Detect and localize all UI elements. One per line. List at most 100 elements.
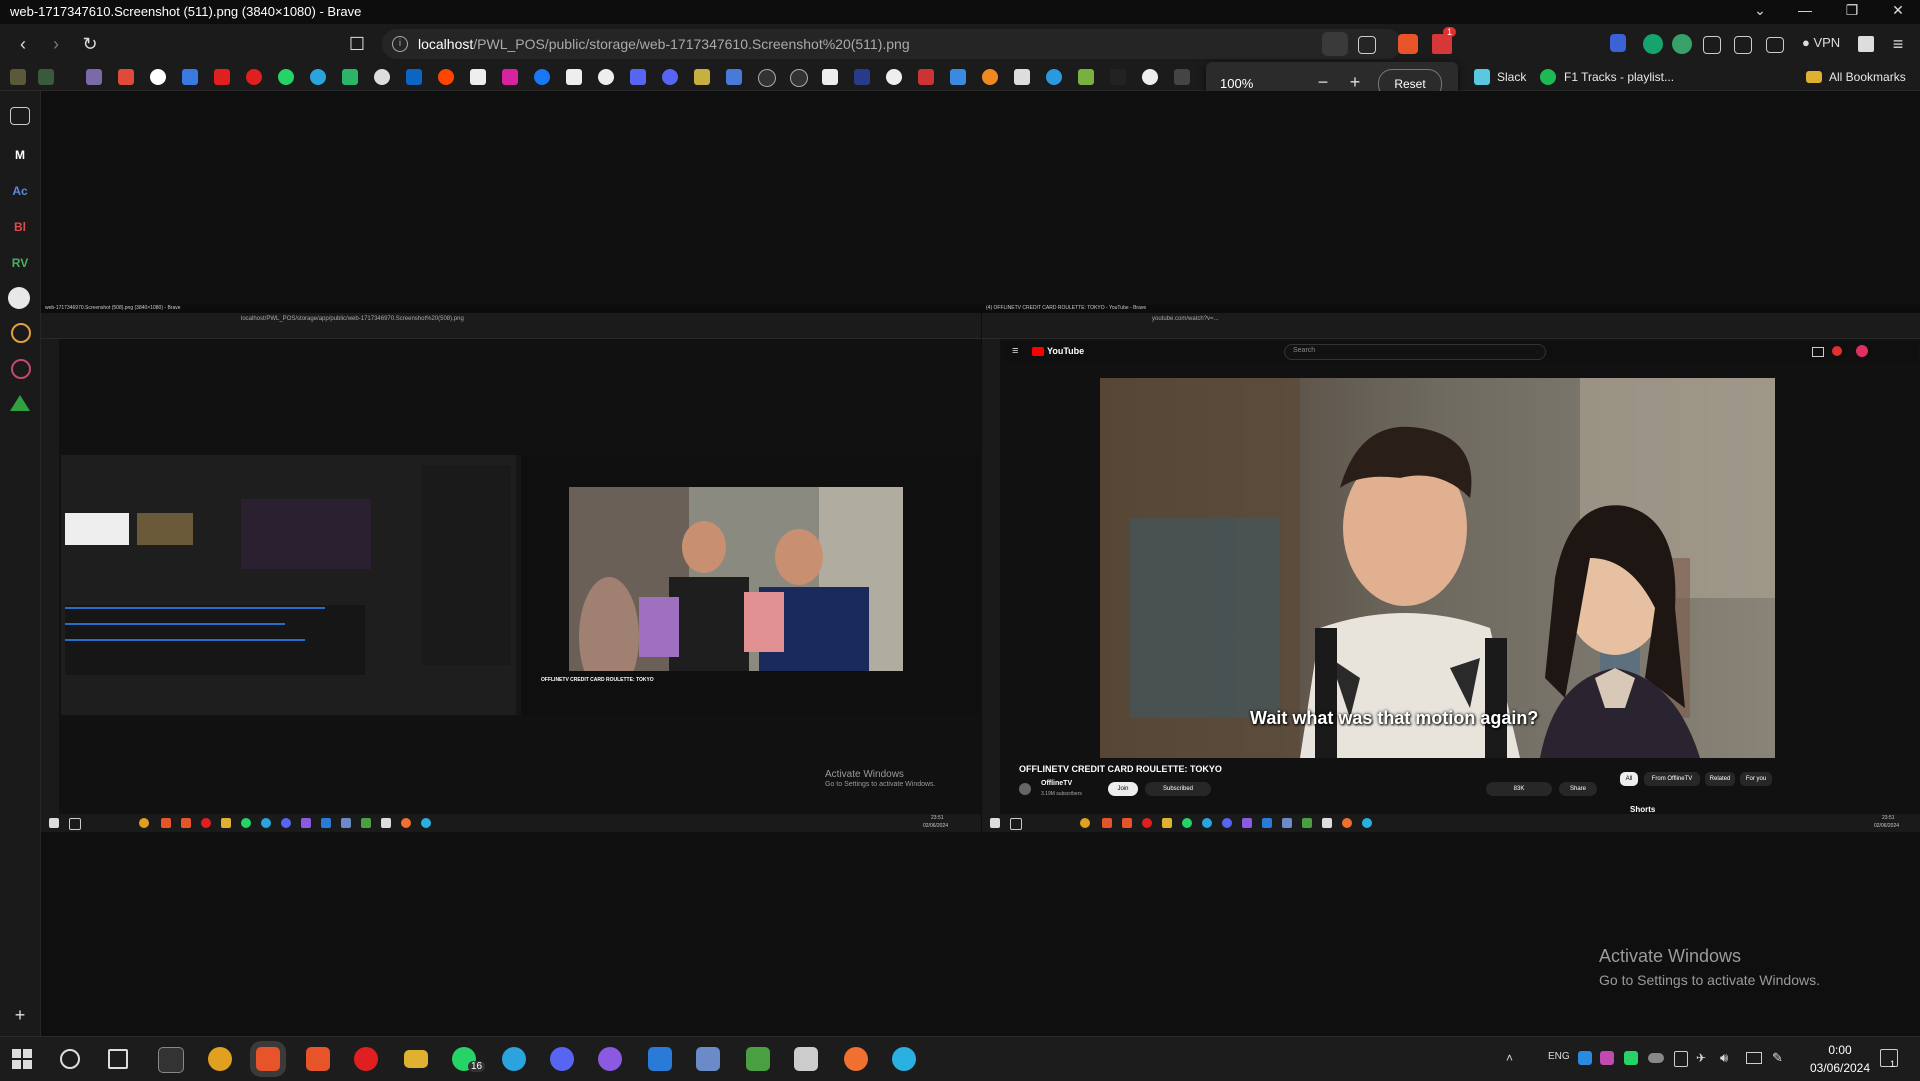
subscribed-button[interactable]: Subscribed bbox=[1145, 782, 1211, 796]
calendar-icon[interactable] bbox=[182, 69, 198, 85]
spotify-icon[interactable] bbox=[1540, 69, 1556, 85]
tray-app-icon[interactable] bbox=[1600, 1051, 1614, 1065]
bookmark-site-icon[interactable] bbox=[918, 69, 934, 85]
youtube-search-input[interactable]: Search bbox=[1284, 344, 1546, 360]
telegram-icon[interactable] bbox=[310, 69, 326, 85]
bookmark-folder-icon[interactable] bbox=[10, 69, 26, 85]
volume-icon[interactable]: 🔊︎ bbox=[1720, 1050, 1728, 1066]
extensions-puzzle-icon[interactable] bbox=[1703, 36, 1721, 54]
chatgpt-icon[interactable] bbox=[598, 69, 614, 85]
download-icon[interactable] bbox=[822, 69, 838, 85]
channel-avatar[interactable] bbox=[1019, 783, 1031, 795]
f1-tracks-bookmark[interactable]: F1 Tracks - playlist... bbox=[1564, 70, 1674, 84]
facebook-icon[interactable] bbox=[534, 69, 550, 85]
tray-app-icon[interactable] bbox=[1624, 1051, 1638, 1065]
google-drive-icon[interactable] bbox=[10, 395, 30, 411]
bookmark-site-icon[interactable] bbox=[886, 69, 902, 85]
chip-all[interactable]: All bbox=[1620, 772, 1638, 786]
brave-rewards-icon[interactable] bbox=[1432, 34, 1452, 54]
zoom-in-button[interactable]: + bbox=[1344, 72, 1366, 93]
terminal-icon[interactable] bbox=[158, 1047, 184, 1073]
bookmark-folder-icon[interactable] bbox=[38, 69, 54, 85]
sidebar-item-ac[interactable]: Ac bbox=[8, 179, 32, 203]
brave-icon[interactable] bbox=[256, 1047, 280, 1071]
url-text[interactable]: localhost/PWL_POS/public/storage/web-171… bbox=[418, 36, 910, 52]
sidebar-item-rv[interactable]: RV bbox=[8, 251, 32, 275]
youtube-music-icon[interactable] bbox=[354, 1047, 378, 1071]
linkedin-icon[interactable] bbox=[406, 69, 422, 85]
tab-search-button[interactable]: ⌄ bbox=[1740, 2, 1780, 19]
extension-icon[interactable] bbox=[1672, 34, 1692, 54]
vscode-icon[interactable] bbox=[648, 1047, 672, 1071]
restore-button[interactable]: ❐ bbox=[1832, 2, 1872, 19]
sidebar-item-pink-icon[interactable] bbox=[11, 359, 31, 379]
sidebar-item-m[interactable]: M bbox=[8, 143, 32, 167]
bookmark-site-icon[interactable] bbox=[982, 69, 998, 85]
add-panel-icon[interactable]: + bbox=[8, 1003, 32, 1027]
vpn-button[interactable]: ● VPN bbox=[1802, 35, 1840, 50]
forward-icon[interactable]: › bbox=[44, 32, 68, 56]
zoom-icon[interactable] bbox=[1322, 32, 1348, 56]
start-icon[interactable] bbox=[12, 1049, 32, 1069]
notion-icon[interactable] bbox=[566, 69, 582, 85]
bookmark-site-icon[interactable] bbox=[950, 69, 966, 85]
share-button[interactable]: Share bbox=[1559, 782, 1597, 796]
app-icon[interactable] bbox=[892, 1047, 916, 1071]
search-icon[interactable] bbox=[60, 1049, 80, 1069]
notification-center-icon[interactable] bbox=[1880, 1049, 1898, 1067]
address-bar[interactable]: i localhost/PWL_POS/public/storage/web-1… bbox=[382, 29, 1402, 59]
sidebar-item-circle-icon[interactable] bbox=[8, 287, 30, 309]
youtube-logo[interactable]: YouTube bbox=[1047, 346, 1084, 356]
notifications-icon[interactable] bbox=[1832, 346, 1842, 356]
bookmark-site-icon[interactable] bbox=[1142, 69, 1158, 85]
chevron-up-icon[interactable]: ˄ bbox=[1506, 1051, 1513, 1065]
chip-for-you[interactable]: For you bbox=[1740, 772, 1772, 786]
discord-icon[interactable] bbox=[662, 69, 678, 85]
youtube-music-icon[interactable] bbox=[246, 69, 262, 85]
bookmark-site-icon[interactable] bbox=[1110, 69, 1126, 85]
language-indicator[interactable]: ENG bbox=[1548, 1051, 1570, 1062]
sidebar-toggle-icon[interactable] bbox=[1734, 36, 1752, 54]
bookmark-site-icon[interactable] bbox=[854, 69, 870, 85]
slack-icon[interactable] bbox=[1474, 69, 1490, 85]
taskbar-time[interactable]: 0:00 bbox=[1812, 1043, 1868, 1057]
github-desktop-icon[interactable] bbox=[598, 1047, 622, 1071]
grammarly-icon[interactable] bbox=[1643, 34, 1663, 54]
back-icon[interactable]: ‹ bbox=[11, 32, 35, 56]
chip-from-offlinetv[interactable]: From OfflineTV bbox=[1644, 772, 1700, 786]
bookmark-site-icon[interactable] bbox=[1046, 69, 1062, 85]
bitwarden-icon[interactable] bbox=[1610, 34, 1626, 52]
minecraft-icon[interactable] bbox=[746, 1047, 770, 1071]
join-button[interactable]: Join bbox=[1108, 782, 1138, 796]
folder-icon[interactable] bbox=[1806, 71, 1822, 83]
reddit-icon[interactable] bbox=[438, 69, 454, 85]
sidebar-item-bl[interactable]: Bl bbox=[8, 215, 32, 239]
channel-name[interactable]: OfflineTV bbox=[1041, 780, 1072, 787]
bookmark-site-icon[interactable] bbox=[1078, 69, 1094, 85]
tray-app-icon[interactable] bbox=[1674, 1051, 1688, 1067]
bookmark-site-icon[interactable] bbox=[1174, 69, 1190, 85]
postman-icon[interactable] bbox=[844, 1047, 868, 1071]
x-icon[interactable] bbox=[470, 69, 486, 85]
youtube-logo-icon[interactable] bbox=[1032, 347, 1044, 356]
tray-app-icon[interactable]: ✈ bbox=[1696, 1051, 1710, 1065]
gmail-icon[interactable] bbox=[118, 69, 134, 85]
brave-beta-icon[interactable] bbox=[306, 1047, 330, 1071]
slack-bookmark[interactable]: Slack bbox=[1497, 70, 1526, 84]
chip-related[interactable]: Related bbox=[1705, 772, 1735, 786]
file-explorer-icon[interactable] bbox=[404, 1050, 428, 1068]
sidebar-panel-icon[interactable] bbox=[10, 107, 30, 125]
like-button[interactable]: 83K bbox=[1486, 782, 1552, 796]
discord-icon[interactable] bbox=[550, 1047, 574, 1071]
onedrive-icon[interactable] bbox=[1648, 1053, 1664, 1063]
menu-icon[interactable]: ≡ bbox=[1886, 32, 1910, 56]
instagram-icon[interactable] bbox=[502, 69, 518, 85]
tray-app-icon[interactable] bbox=[1578, 1051, 1592, 1065]
taskbar-date[interactable]: 03/06/2024 bbox=[1806, 1061, 1874, 1075]
sidebar-item-orange-icon[interactable] bbox=[11, 323, 31, 343]
reload-icon[interactable]: ↻ bbox=[78, 32, 102, 56]
zoom-out-button[interactable]: − bbox=[1312, 72, 1334, 93]
all-bookmarks[interactable]: All Bookmarks bbox=[1829, 70, 1906, 84]
menu-icon[interactable]: ≡ bbox=[1012, 345, 1018, 357]
google-icon[interactable] bbox=[150, 69, 166, 85]
